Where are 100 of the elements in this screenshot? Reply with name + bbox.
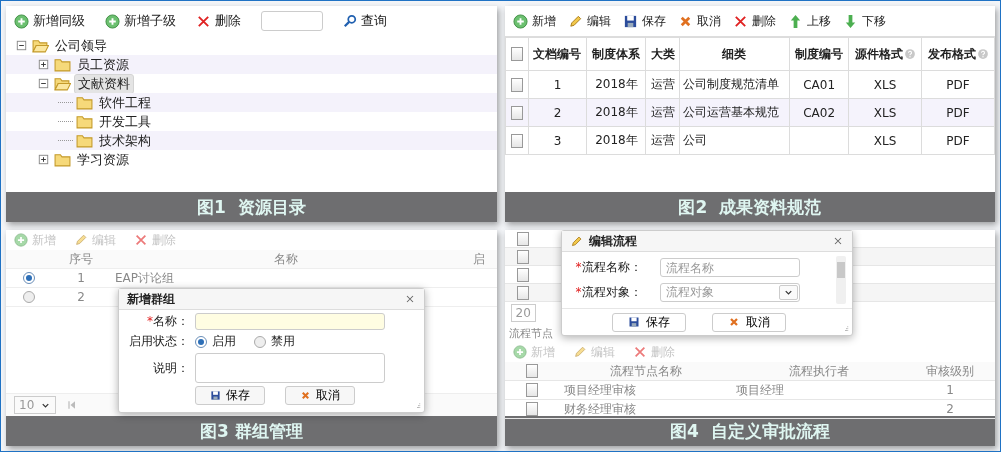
toolbar-button[interactable]: 下移 bbox=[842, 12, 886, 30]
field-label: 启用状态： bbox=[128, 333, 189, 350]
dialog-button[interactable]: 取消 bbox=[285, 386, 355, 405]
search-icon bbox=[343, 14, 357, 28]
toolbar-button[interactable]: 新增同级 bbox=[14, 12, 85, 30]
table-cell: XLS bbox=[873, 105, 897, 120]
x-icon bbox=[632, 345, 647, 359]
radio-button[interactable] bbox=[22, 291, 35, 303]
required-mark: * bbox=[575, 285, 582, 299]
table-cell: CA02 bbox=[803, 105, 836, 120]
toolbar-button[interactable]: 编辑 bbox=[567, 12, 611, 30]
checkbox[interactable] bbox=[510, 77, 523, 92]
toolbar-button[interactable]: 保存 bbox=[622, 12, 666, 30]
tree-item[interactable]: 文献资料 bbox=[74, 73, 134, 94]
field-label: 流程对象： bbox=[581, 285, 642, 299]
table-cell: 公司制度规范清单 bbox=[682, 77, 779, 91]
table-cell: PDF bbox=[946, 105, 970, 120]
folder-icon bbox=[54, 56, 71, 73]
dialog-button[interactable]: 取消 bbox=[711, 312, 786, 332]
close-icon[interactable] bbox=[404, 293, 416, 305]
dialog-button[interactable]: 保存 bbox=[611, 312, 686, 332]
tree-item[interactable]: 公司领导 bbox=[52, 36, 110, 55]
tree-item[interactable]: 学习资源 bbox=[74, 150, 132, 169]
toolbar-button[interactable]: 新增子级 bbox=[105, 12, 176, 30]
table-cell: 1 bbox=[946, 383, 954, 397]
table-cell: PDF bbox=[946, 77, 970, 92]
table-cell: 公司运营基本规范 bbox=[682, 105, 779, 119]
checkbox[interactable] bbox=[510, 105, 523, 120]
table-cell: XLS bbox=[873, 77, 897, 92]
name-field[interactable] bbox=[195, 313, 385, 330]
toolbar-button[interactable]: 取消 bbox=[677, 12, 721, 30]
tree-item[interactable]: 员工资源 bbox=[74, 55, 132, 74]
radio-button[interactable] bbox=[22, 272, 35, 284]
toolbar-button[interactable]: 新增 bbox=[512, 12, 556, 30]
plus-circle-icon bbox=[105, 13, 120, 29]
toolbar-button[interactable]: 删除 bbox=[196, 12, 241, 30]
plus-box-icon[interactable] bbox=[36, 57, 51, 72]
search-field[interactable] bbox=[261, 11, 323, 31]
pencil-icon bbox=[74, 233, 88, 247]
radio-button[interactable] bbox=[254, 335, 266, 348]
toolbar-button[interactable]: 上移 bbox=[787, 12, 831, 30]
scrollbar[interactable] bbox=[835, 256, 846, 304]
required-mark: * bbox=[575, 260, 582, 274]
x-icon bbox=[727, 316, 740, 328]
table-cell: 1 bbox=[553, 77, 562, 92]
figure-caption: 图3 群组管理 bbox=[6, 416, 497, 446]
tree-item[interactable]: 开发工具 bbox=[96, 112, 154, 131]
checkbox[interactable] bbox=[516, 231, 529, 246]
plus-circle-icon bbox=[14, 233, 28, 247]
column-header: 启 bbox=[471, 250, 486, 268]
checkbox[interactable] bbox=[526, 383, 538, 397]
table-cell: 2018年 bbox=[595, 77, 638, 91]
checkbox[interactable] bbox=[516, 249, 529, 264]
pencil-icon bbox=[572, 345, 587, 359]
checkbox[interactable] bbox=[516, 267, 529, 282]
column-header: 审核级别 bbox=[925, 362, 975, 380]
table-cell: PDF bbox=[946, 133, 970, 148]
plus-circle-icon bbox=[14, 13, 29, 29]
table-cell: CA01 bbox=[803, 77, 836, 92]
field-label: 名称： bbox=[153, 314, 189, 328]
figure-caption: 图1 资源目录 bbox=[6, 192, 497, 222]
column-header: 流程节点名称 bbox=[608, 362, 683, 380]
table-cell: 公司 bbox=[682, 133, 707, 147]
minus-box-icon[interactable] bbox=[14, 38, 29, 53]
checkbox[interactable] bbox=[510, 133, 523, 148]
plus-circle-icon bbox=[512, 13, 528, 29]
checkbox[interactable] bbox=[526, 402, 538, 416]
radio-button[interactable] bbox=[195, 335, 207, 348]
description-field[interactable] bbox=[195, 353, 385, 383]
figure-caption: 图4 自定义审批流程 bbox=[504, 416, 995, 446]
open-folder-icon bbox=[54, 75, 71, 92]
x-icon bbox=[196, 13, 211, 29]
tree-item[interactable]: 技术架构 bbox=[96, 131, 154, 150]
table-cell: 运营 bbox=[650, 133, 675, 147]
dialog-button[interactable]: 保存 bbox=[195, 386, 265, 405]
tree-item[interactable]: 软件工程 bbox=[96, 93, 154, 112]
figure-caption: 图2 成果资料规范 bbox=[504, 192, 995, 222]
table-cell: 2 bbox=[946, 402, 954, 416]
search-button[interactable]: 查询 bbox=[343, 12, 387, 30]
required-mark: * bbox=[147, 314, 153, 328]
minus-box-icon[interactable] bbox=[36, 76, 51, 91]
dialog-title: 新增群组 bbox=[127, 290, 175, 308]
column-header: 名称 bbox=[272, 250, 299, 268]
column-header: 制度体系 bbox=[592, 45, 641, 63]
checkbox[interactable] bbox=[510, 47, 523, 62]
section-title: 流程节点 bbox=[507, 325, 553, 342]
radio-label: 禁用 bbox=[271, 333, 295, 350]
field-label: 说明： bbox=[152, 359, 189, 377]
table-cell: 3 bbox=[553, 133, 562, 148]
checkbox[interactable] bbox=[516, 285, 529, 300]
text-field[interactable]: 流程名称 bbox=[659, 258, 800, 277]
plus-box-icon[interactable] bbox=[36, 152, 51, 167]
table-cell: 2018年 bbox=[595, 133, 638, 147]
toolbar-button[interactable]: 删除 bbox=[732, 12, 776, 30]
column-header: 制度编号 bbox=[795, 45, 844, 63]
table-cell: XLS bbox=[873, 133, 897, 148]
plus-circle-icon bbox=[512, 345, 527, 359]
table-cell-text: 2 bbox=[76, 290, 86, 304]
checkbox[interactable] bbox=[526, 364, 538, 378]
x-icon bbox=[732, 13, 748, 29]
